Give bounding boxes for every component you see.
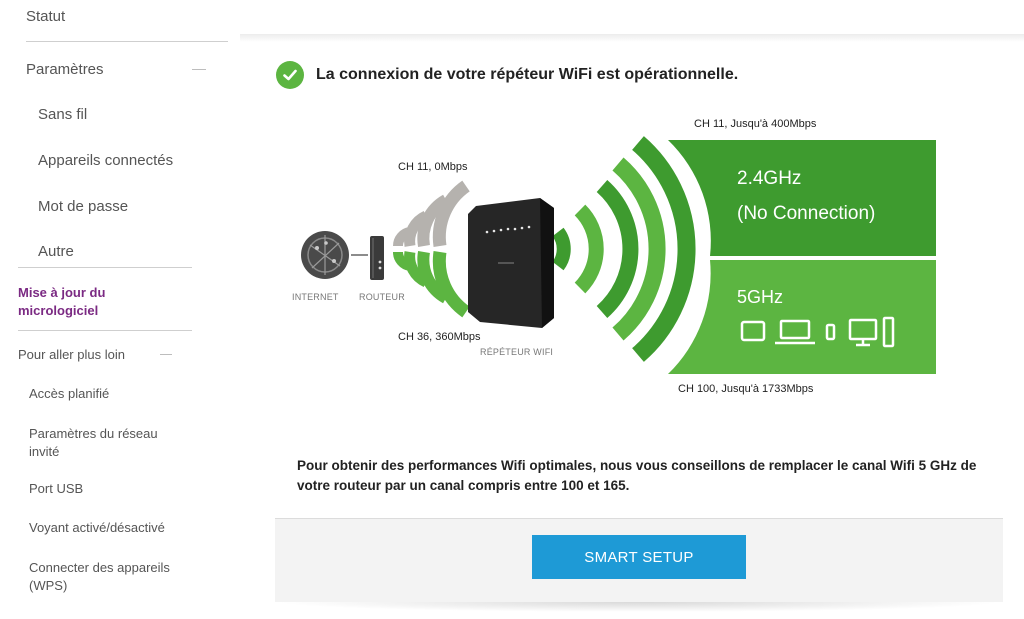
sidebar-item-pour-aller-plus-loin[interactable]: Pour aller plus loin (18, 347, 125, 362)
footer-shadow (275, 602, 1003, 612)
sidebar-divider (26, 41, 228, 42)
band-24-name: 2.4GHz (737, 168, 802, 189)
sidebar-item-statut[interactable]: Statut (26, 8, 65, 25)
band-5-name: 5GHz (737, 287, 784, 307)
collapse-icon[interactable] (160, 354, 172, 355)
app-root: Statut Paramètres Sans fil Appareils con… (0, 0, 1024, 619)
sidebar-item-autre[interactable]: Autre (38, 243, 74, 260)
internet-globe-icon (301, 231, 349, 279)
sidebar: Statut Paramètres Sans fil Appareils con… (0, 0, 230, 619)
band-24-status: (No Connection) (737, 203, 876, 224)
router-label: ROUTEUR (359, 292, 405, 302)
band-24-panel (668, 140, 936, 256)
router-signal-arcs (393, 180, 470, 318)
sidebar-item-parametres[interactable]: Paramètres (26, 61, 104, 78)
sidebar-item-reseau-invite[interactable]: Paramètres du réseau invité (29, 425, 179, 461)
sidebar-divider (18, 267, 192, 268)
router-device-icon (370, 236, 384, 280)
uplink-24-label: CH 11, 0Mbps (398, 161, 468, 173)
repeater-device-icon (468, 198, 554, 328)
main-panel: La connexion de votre répéteur WiFi est … (240, 0, 1024, 619)
sidebar-divider (18, 330, 192, 331)
smart-setup-button[interactable]: SMART SETUP (532, 535, 746, 579)
diagram-graphics (301, 136, 936, 374)
uplink-5-label: CH 36, 360Mbps (398, 331, 481, 343)
advice-text: Pour obtenir des performances Wifi optim… (297, 458, 977, 493)
band-5-channel-label: CH 100, Jusqu'à 1733Mbps (678, 383, 814, 395)
band-24-channel-label: CH 11, Jusqu'à 400Mbps (694, 118, 817, 130)
sidebar-item-acces-planifie[interactable]: Accès planifié (29, 386, 109, 401)
sidebar-item-wps[interactable]: Connecter des appareils (WPS) (29, 559, 199, 595)
sidebar-item-port-usb[interactable]: Port USB (29, 481, 83, 496)
sidebar-item-mise-a-jour[interactable]: Mise à jour du micrologiciel (18, 284, 168, 320)
footer-panel: SMART SETUP (275, 518, 1003, 602)
repeater-label: RÉPÉTEUR WIFI (480, 347, 554, 357)
repeater-signal-arcs (552, 136, 696, 362)
sidebar-item-sans-fil[interactable]: Sans fil (38, 106, 87, 123)
band-5-panel (668, 260, 936, 374)
internet-label: INTERNET (292, 292, 339, 302)
network-diagram: CH 11, 0Mbps CH 36, 360Mbps INTERNET ROU… (240, 0, 1024, 440)
collapse-icon[interactable] (192, 69, 206, 70)
sidebar-item-voyant[interactable]: Voyant activé/désactivé (29, 520, 165, 535)
sidebar-item-mot-de-passe[interactable]: Mot de passe (38, 198, 128, 215)
sidebar-item-appareils-connectes[interactable]: Appareils connectés (38, 152, 173, 169)
